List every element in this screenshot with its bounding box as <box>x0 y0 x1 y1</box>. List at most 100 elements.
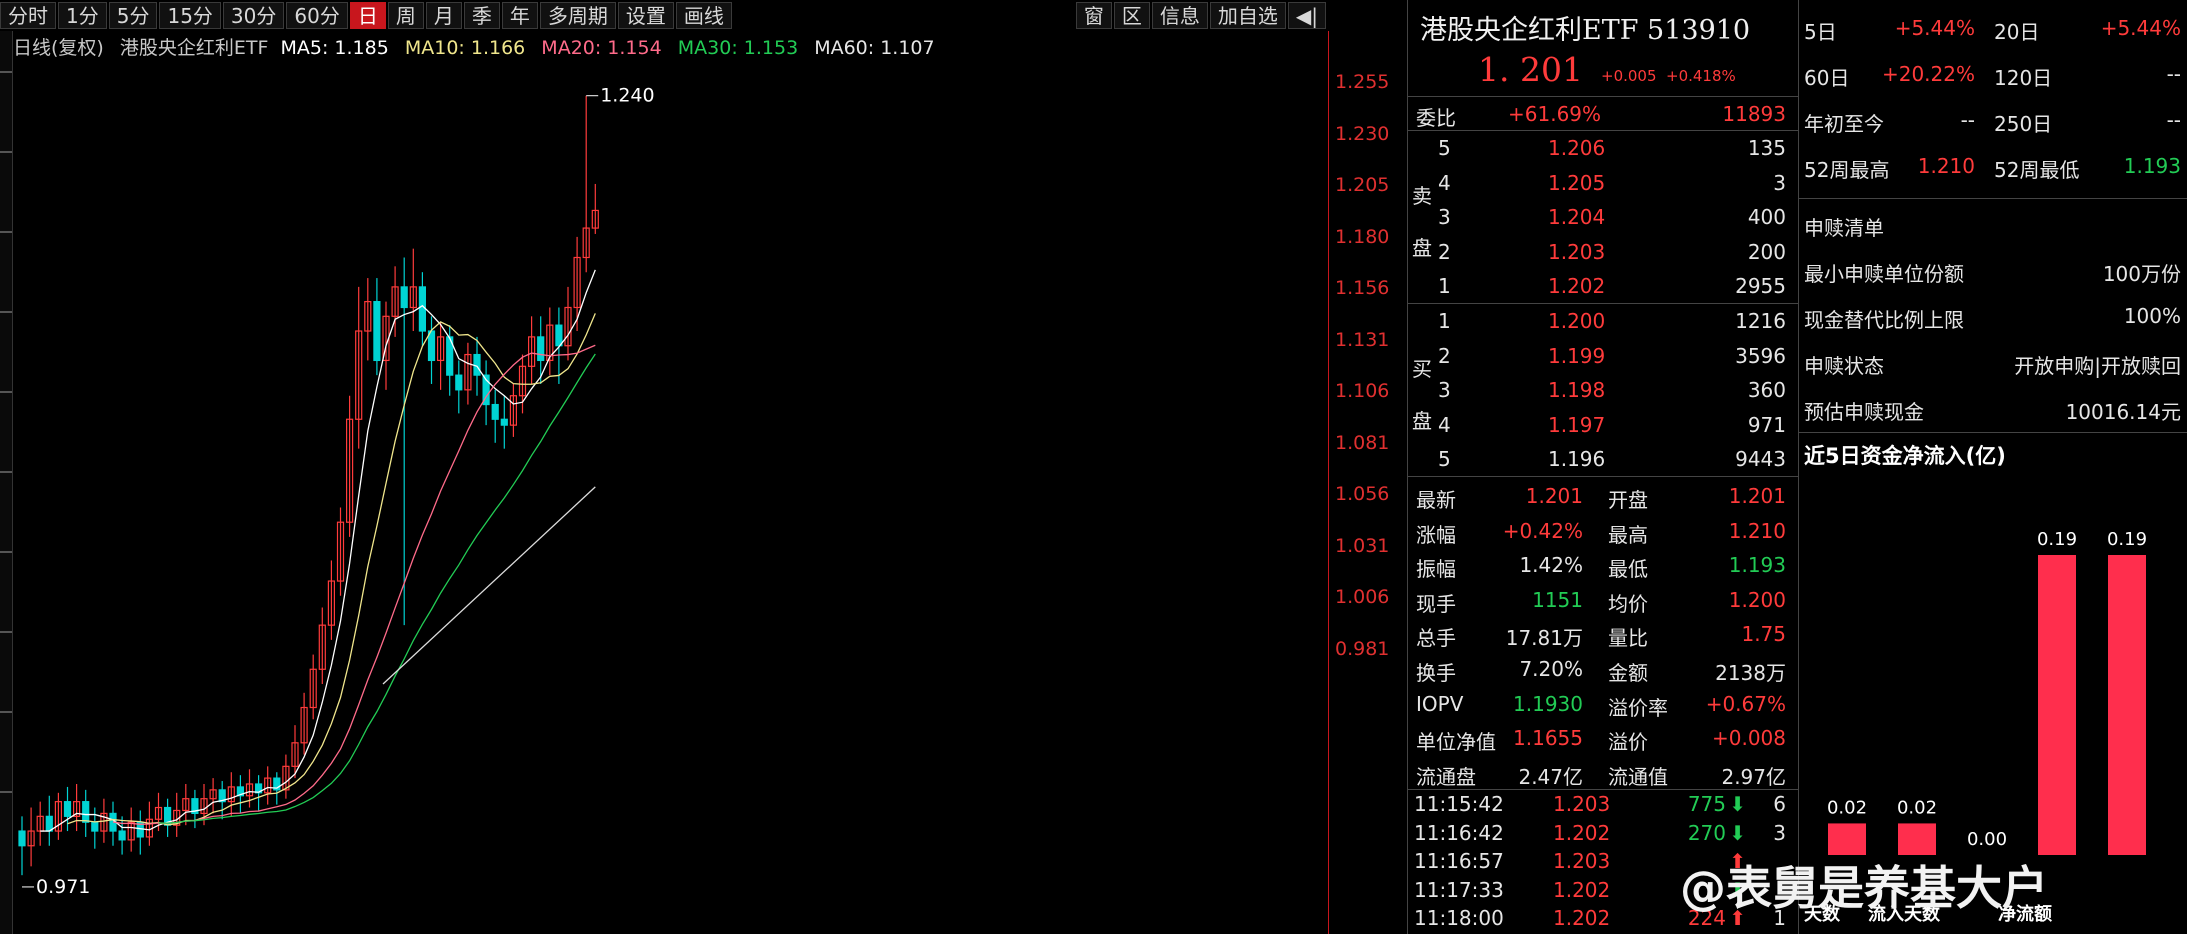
stat-row: 振幅 1.42% 最低 1.193 <box>1408 547 1798 581</box>
period-button-2[interactable]: 5分 <box>108 2 158 29</box>
perf-value: 1.210 <box>1917 154 1975 178</box>
stat-label: 开盘 <box>1608 488 1648 512</box>
sell-level-row[interactable]: 1 1.202 2955 <box>1408 268 1798 302</box>
tick-time: 11:15:42 <box>1414 792 1504 816</box>
stat-label: 振幅 <box>1416 557 1456 582</box>
weibi-diff: 11893 <box>1722 102 1786 126</box>
sell-price: 1.202 <box>1548 274 1606 299</box>
stat-label: 现手 <box>1416 591 1456 616</box>
left-side-strip[interactable] <box>0 31 13 934</box>
sell-level-row[interactable]: 2 1.203 200 <box>1408 234 1798 268</box>
subscribe-value: 10016.14元 <box>2065 400 2181 424</box>
sell-level: 5 <box>1438 136 1451 160</box>
sell-volume: 200 <box>1747 239 1786 264</box>
period-button-4[interactable]: 30分 <box>222 2 285 29</box>
stat-label: 金额 <box>1608 661 1648 685</box>
buy-level-row[interactable]: 4 1.197 971 <box>1408 407 1798 441</box>
perf-label: 5日 <box>1804 20 1837 44</box>
subscribe-row: 预估申赎现金 10016.14元 <box>1798 386 2187 430</box>
stat-label: IOPV <box>1416 691 1464 716</box>
period-button-1[interactable]: 1分 <box>58 2 107 29</box>
ma5-line <box>40 269 596 832</box>
stat-value: 2.97亿 <box>1721 764 1786 789</box>
toolbar-right-button-0[interactable]: 窗 <box>1075 2 1112 29</box>
tick-direction-icon: ⬇ <box>1729 820 1746 845</box>
candle-body <box>473 353 481 376</box>
ma60-line <box>382 486 596 685</box>
period-toolbar: 分时 1分 5分 15分 30分 60分日周月季年多周期 设置 画线 窗区信息 加自选 ◀| <box>0 0 1328 31</box>
sell-level: 4 <box>1438 170 1451 195</box>
sell-price: 1.205 <box>1548 170 1606 195</box>
sell-side-label: 卖 盘 <box>1412 184 1432 260</box>
tick-row[interactable]: 11:16:42 1.202 270 ⬇ 3 <box>1408 818 1798 846</box>
buy-level: 4 <box>1438 412 1451 437</box>
tick-count: 3 <box>1773 820 1786 845</box>
toolbar-right-button-3[interactable]: 加自选 <box>1209 2 1286 29</box>
period-button-3[interactable]: 15分 <box>159 2 221 29</box>
perf-label: 250日 <box>1994 112 2053 136</box>
buy-volume: 1216 <box>1735 309 1786 333</box>
price-tick: 1.081 <box>1335 431 1390 454</box>
period-button-5[interactable]: 60分 <box>286 2 348 29</box>
performance-row: 60日 +20.22% 120日 -- <box>1798 52 2187 96</box>
candle-body <box>373 301 381 362</box>
security-name: 港股央企红利ETF 513910 <box>1420 15 1751 46</box>
candle-body <box>427 330 436 362</box>
toolbar-right-button-1[interactable]: 区 <box>1113 2 1150 29</box>
stat-row: 流通盘 2.47亿 流通值 2.97亿 <box>1408 755 1798 789</box>
buy-price: 1.199 <box>1548 343 1606 368</box>
sell-level-row[interactable]: 3 1.204 400 <box>1408 199 1798 233</box>
toolbar-right-button-2[interactable]: 信息 <box>1151 2 1208 29</box>
high-marker-label: 1.240 <box>600 85 654 107</box>
buy-level-row[interactable]: 2 1.199 3596 <box>1408 338 1798 372</box>
collapse-icon[interactable]: ◀| <box>1287 2 1326 29</box>
stat-label: 总手 <box>1416 626 1456 651</box>
period-button-12[interactable]: 设置 <box>617 2 674 29</box>
stat-value: 1.201 <box>1525 484 1583 508</box>
buy-volume: 3596 <box>1735 343 1786 368</box>
buy-level: 3 <box>1438 378 1451 403</box>
subscribe-label: 现金替代比例上限 <box>1804 308 1964 332</box>
period-button-11[interactable]: 多周期 <box>539 2 616 29</box>
sell-level-row[interactable]: 5 1.206 135 <box>1408 130 1798 164</box>
subscribe-value: 100% <box>2123 304 2181 328</box>
buy-volume: 971 <box>1747 412 1786 437</box>
tick-price: 1.202 <box>1553 877 1611 902</box>
sell-price: 1.204 <box>1548 205 1606 230</box>
candle-body <box>118 830 126 841</box>
tick-volume: 775 <box>1687 792 1726 816</box>
perf-value: -- <box>1960 108 1975 132</box>
candle-body <box>63 801 72 817</box>
kline-chart[interactable]: 1.240 0.971 <box>13 31 1328 934</box>
flow-bar <box>2038 555 2076 855</box>
weibi-row: 委比 +61.69% 11893 <box>1408 96 1798 130</box>
period-button-13[interactable]: 画线 <box>675 2 732 29</box>
flow-bar-label: 0.19 <box>2037 529 2077 550</box>
buy-level-row[interactable]: 1 1.200 1216 <box>1408 303 1798 337</box>
stat-value: 17.81万 <box>1505 626 1583 651</box>
period-button-7[interactable]: 周 <box>387 2 424 29</box>
price-tick: 1.205 <box>1335 174 1390 196</box>
period-button-10[interactable]: 年 <box>501 2 538 29</box>
stat-label: 最高 <box>1608 522 1648 547</box>
divider <box>1798 198 2187 199</box>
ma20-label: MA20: 1.154 <box>541 37 662 59</box>
performance-row: 5日 +5.44% 20日 +5.44% <box>1798 6 2187 50</box>
candle-body <box>455 374 463 391</box>
buy-level-row[interactable]: 5 1.196 9443 <box>1408 441 1798 475</box>
period-button-6[interactable]: 日 <box>349 2 386 29</box>
period-button-9[interactable]: 季 <box>463 2 500 29</box>
subscribe-row: 现金替代比例上限 100% <box>1798 294 2187 338</box>
period-button-8[interactable]: 月 <box>425 2 462 29</box>
sell-level: 2 <box>1438 239 1451 264</box>
tick-row[interactable]: 11:15:42 1.203 775 ⬇ 6 <box>1408 789 1798 817</box>
stat-value: 7.20% <box>1519 657 1583 681</box>
buy-level-row[interactable]: 3 1.198 360 <box>1408 372 1798 406</box>
tick-time: 11:18:00 <box>1414 906 1504 930</box>
stat-row: 单位净值 1.1655 溢价 +0.008 <box>1408 720 1798 754</box>
sell-volume: 135 <box>1747 136 1786 160</box>
weibi-label: 委比 <box>1416 106 1456 130</box>
strip-mark <box>0 551 12 553</box>
period-button-0[interactable]: 分时 <box>0 2 56 29</box>
sell-level-row[interactable]: 4 1.205 3 <box>1408 165 1798 199</box>
